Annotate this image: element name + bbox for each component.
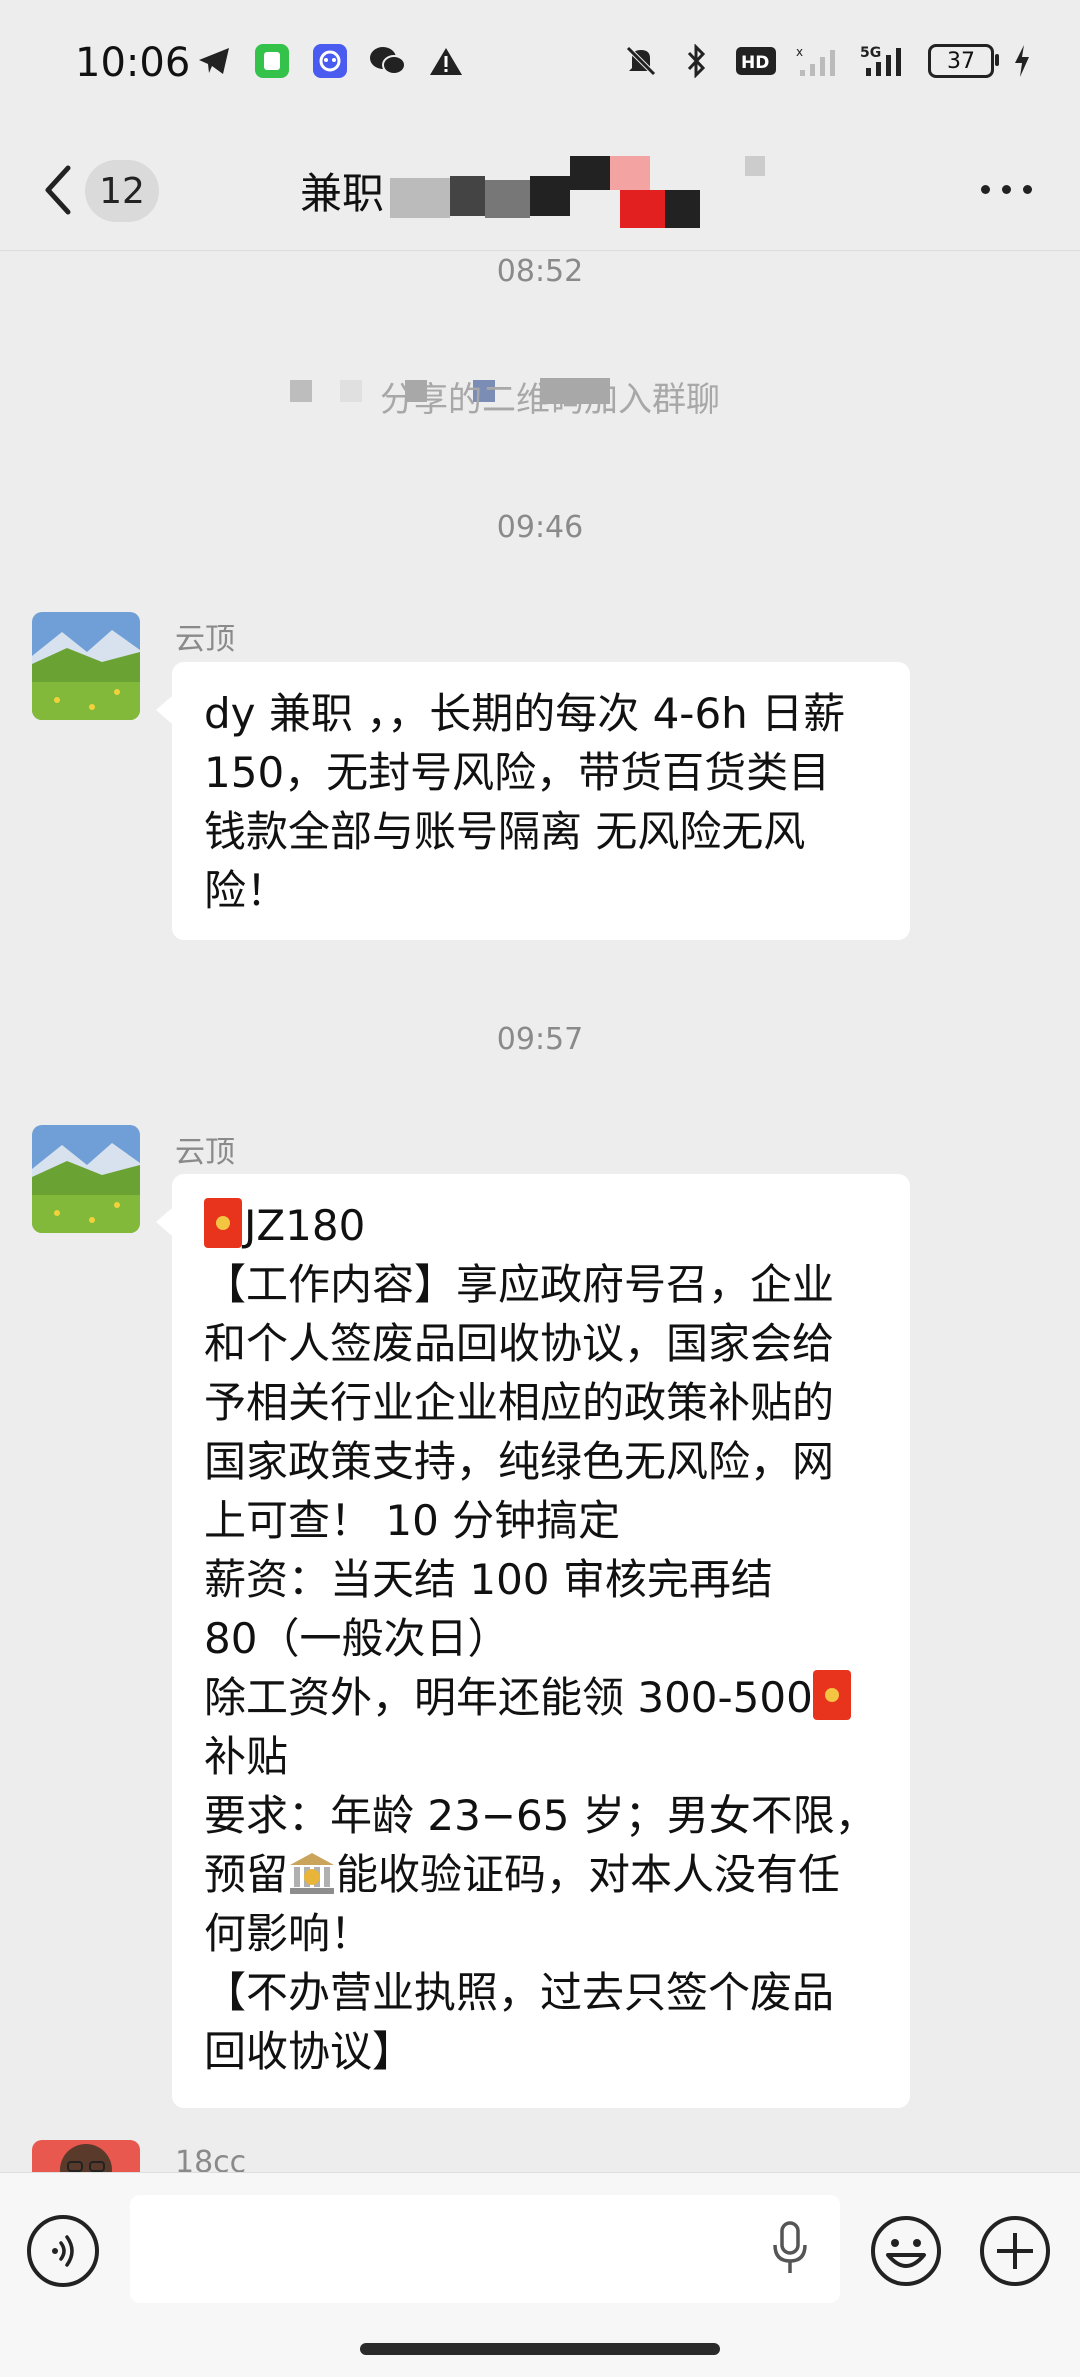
message-text-line: 150，无封号风险，带货百货类目 (204, 748, 831, 797)
unread-count-badge[interactable]: 12 (85, 160, 159, 222)
message-text-line: dy 兼职 ，，长期的每次 4-6h 日薪 (204, 689, 846, 738)
svg-text:HD: HD (741, 53, 769, 73)
voice-icon (52, 2235, 74, 2267)
wechat-icon (369, 42, 407, 80)
chat-title: 兼职 (300, 169, 385, 218)
more-functions-button[interactable] (977, 2213, 1053, 2289)
hd-icon: HD (734, 42, 778, 80)
avatar[interactable] (32, 1125, 140, 1233)
back-button[interactable] (40, 160, 80, 220)
message-text-line: 钱款全部与账号隔离 无风险无风 (204, 807, 806, 856)
message-text-line: 【不办营业执照，过去只签个废品 (204, 1968, 835, 2017)
svg-text:x: x (796, 45, 803, 59)
plus-icon (980, 2216, 1050, 2286)
message-text-line: 回收协议】 (204, 2027, 415, 2076)
message-text: 能收验证码，对本人没有任 (336, 1850, 841, 1899)
message-text-line: 国家政策支持，纯绿色无风险，网 (204, 1437, 835, 1486)
red-envelope-icon (812, 1670, 851, 1720)
message-time: 09:57 (496, 1022, 584, 1057)
red-envelope-icon (204, 1198, 242, 1248)
message-text-line: 要求：年龄 23−65 岁；男女不限， (204, 1791, 877, 1840)
message-text-line: 补贴 (204, 1732, 289, 1781)
app-green-icon (253, 42, 291, 80)
status-time: 10:06 (75, 40, 191, 86)
bank-icon (290, 1853, 335, 1894)
avatar[interactable] (32, 2140, 140, 2172)
battery-level: 37 (947, 48, 975, 74)
sender-name: 18cc (175, 2145, 247, 2172)
chevron-left-icon (45, 165, 71, 215)
emoji-button[interactable] (868, 2213, 944, 2289)
bluetooth-icon (678, 42, 716, 80)
warning-icon (427, 42, 465, 80)
charging-icon (1012, 42, 1032, 80)
message-text-line: 80（一般次日） (204, 1614, 510, 1663)
battery-icon: 37 (928, 44, 999, 78)
message-text-line: 险！ (204, 866, 289, 915)
app-blue-icon (311, 42, 349, 80)
message-bubble[interactable]: JZ180 【工作内容】享应政府号召，企业 和个人签废品回收协议，国家会给 予相… (156, 1174, 910, 2108)
5g-signal-icon: 5G (860, 42, 910, 80)
message-time: 08:52 (496, 254, 584, 289)
chat-header: 12 兼职 (0, 130, 1080, 251)
message-input[interactable] (130, 2195, 840, 2303)
sender-name: 云顶 (175, 1135, 235, 1170)
message-text-line: 予相关行业企业相应的政策补贴的 (204, 1378, 835, 1427)
mute-icon (622, 42, 660, 80)
message-text: 预留 (204, 1850, 289, 1899)
signal-icon: x (796, 42, 842, 80)
sender-name: 云顶 (175, 622, 235, 657)
microphone-icon[interactable] (770, 2221, 810, 2281)
telegram-icon (195, 42, 233, 80)
avatar[interactable] (32, 612, 140, 720)
message-text-line: 上可查！ 10 分钟搞定 (204, 1496, 621, 1545)
message-text-line: 除工资外，明年还能领 300-500 (204, 1668, 878, 1727)
voice-input-button[interactable] (27, 2215, 99, 2287)
message-text-line: 薪资：当天结 100 审核完再结 (204, 1555, 773, 1604)
emoji-icon (871, 2216, 941, 2286)
message-title: JZ180 (244, 1201, 366, 1250)
message-text-line: 预留 能收验证码，对本人没有任 (204, 1845, 878, 1904)
message-bubble[interactable]: dy 兼职 ，，长期的每次 4-6h 日薪 150，无封号风险，带货百货类目 钱… (156, 662, 910, 940)
home-indicator[interactable] (360, 2343, 720, 2355)
more-options-button[interactable] (981, 185, 1032, 194)
message-text-line: 【工作内容】享应政府号召，企业 (204, 1260, 835, 1309)
message-time: 09:46 (496, 510, 584, 545)
status-bar: 10:06 HD x 5G 37 (0, 0, 1080, 130)
message-text-line: 何影响！ (204, 1909, 373, 1958)
message-title-line: JZ180 (204, 1196, 878, 1255)
message-text: 除工资外，明年还能领 300-500 (204, 1673, 813, 1722)
message-text-line: 和个人签废品回收协议，国家会给 (204, 1319, 835, 1368)
system-message: 分享的二维码加入群聊 (380, 380, 720, 420)
svg-text:5G: 5G (860, 45, 881, 61)
